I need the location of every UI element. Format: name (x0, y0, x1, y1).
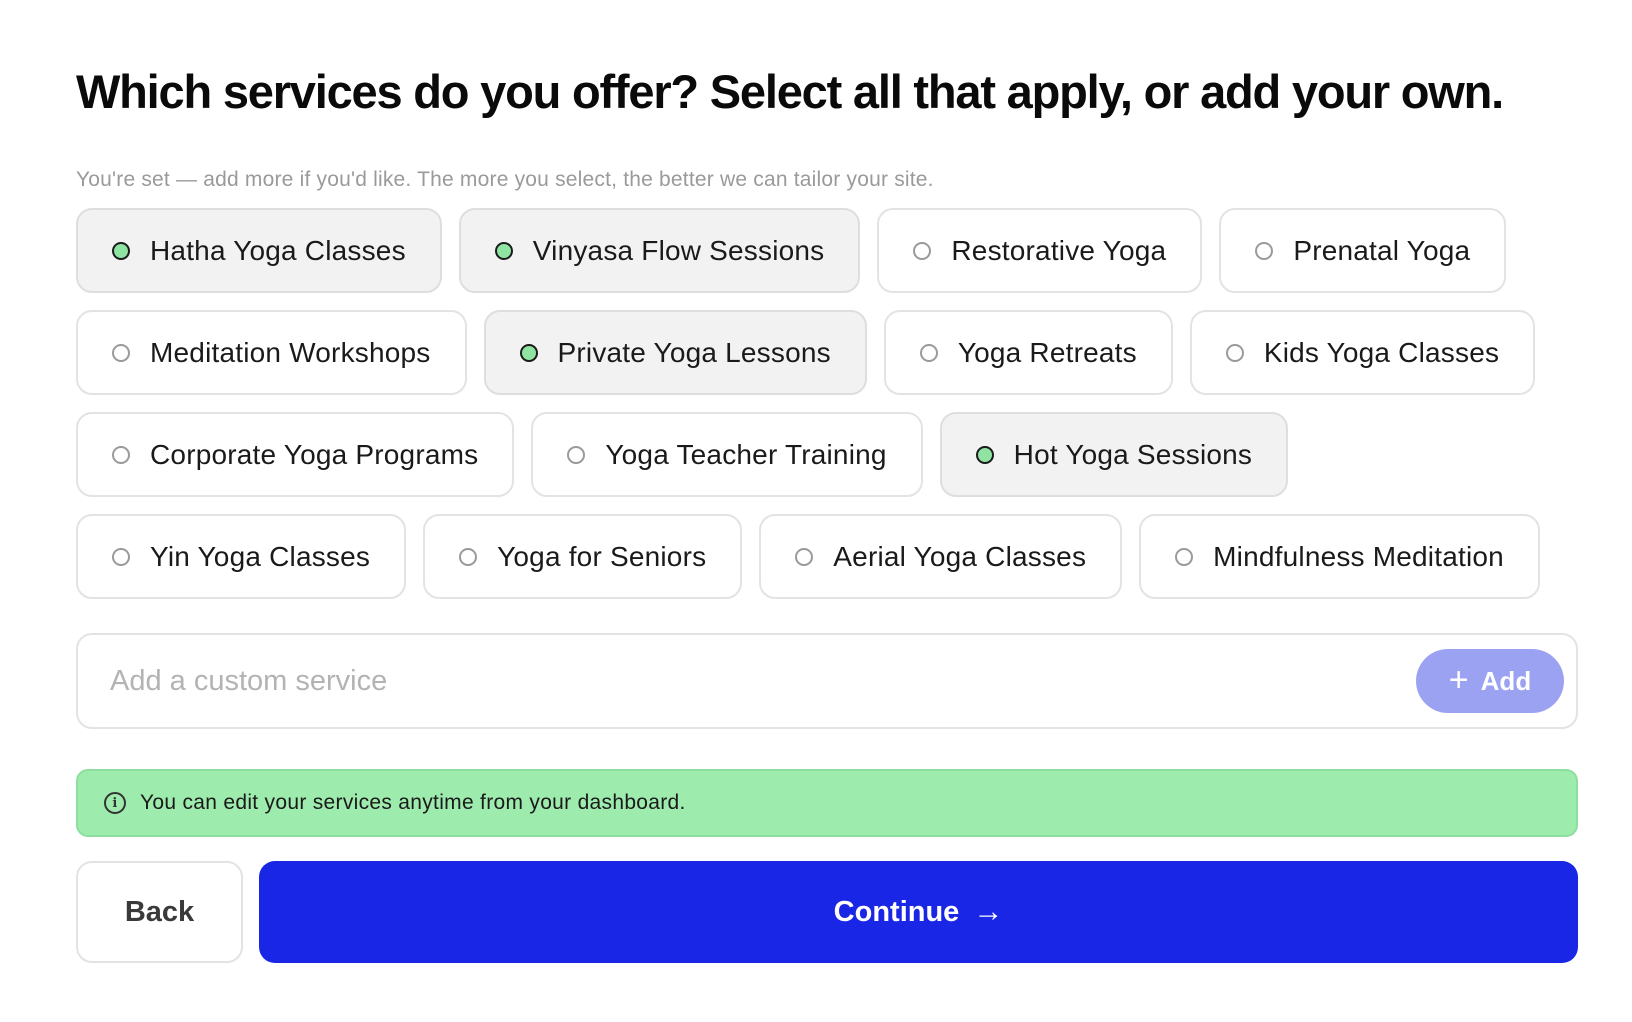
continue-label: Continue (833, 895, 960, 928)
service-chip[interactable]: Corporate Yoga Programs (76, 412, 515, 498)
custom-service-input[interactable] (110, 664, 1310, 698)
back-button[interactable]: Back (76, 861, 243, 964)
plus-icon: + (1448, 660, 1469, 699)
service-chip[interactable]: Vinyasa Flow Sessions (458, 208, 861, 294)
service-options: Hatha Yoga Classes Vinyasa Flow Sessions R… (76, 208, 1576, 600)
radio-selected-icon (112, 241, 130, 260)
radio-unselected-icon (795, 547, 814, 566)
service-chip[interactable]: Yoga for Seniors (423, 514, 743, 600)
service-chip[interactable]: Mindfulness Meditation (1139, 514, 1540, 600)
service-chip-label: Prenatal Yoga (1293, 234, 1471, 266)
radio-unselected-icon (567, 445, 586, 464)
page-title: Which services do you offer? Select all … (76, 65, 1504, 118)
service-chip[interactable]: Yin Yoga Classes (76, 514, 407, 600)
radio-unselected-icon (112, 547, 130, 566)
radio-selected-icon (975, 445, 994, 464)
service-chip-label: Yin Yoga Classes (150, 540, 371, 572)
radio-unselected-icon (1175, 547, 1194, 566)
service-chip[interactable]: Prenatal Yoga (1219, 208, 1507, 294)
service-chip-label: Restorative Yoga (951, 234, 1167, 266)
radio-unselected-icon (459, 547, 478, 566)
service-chip[interactable]: Meditation Workshops (76, 310, 467, 396)
service-chip[interactable]: Restorative Yoga (877, 208, 1203, 294)
service-chip-label: Yoga Retreats (957, 336, 1137, 368)
radio-unselected-icon (1255, 241, 1274, 260)
custom-service-field: + Add (76, 633, 1578, 730)
service-chip-label: Vinyasa Flow Sessions (532, 234, 825, 266)
service-chip[interactable]: Private Yoga Lessons (483, 310, 867, 396)
service-chip-label: Hatha Yoga Classes (150, 234, 406, 266)
radio-selected-icon (519, 343, 538, 362)
service-chip[interactable]: Hatha Yoga Classes (76, 208, 442, 294)
service-chip[interactable]: Aerial Yoga Classes (759, 514, 1123, 600)
radio-unselected-icon (913, 241, 932, 260)
radio-selected-icon (494, 241, 513, 260)
service-chip-label: Private Yoga Lessons (557, 336, 831, 368)
radio-unselected-icon (919, 343, 938, 362)
service-chip-label: Kids Yoga Classes (1263, 336, 1500, 368)
service-chip[interactable]: Yoga Teacher Training (531, 412, 923, 498)
service-chip-label: Corporate Yoga Programs (150, 438, 479, 470)
info-icon: i (104, 792, 126, 815)
info-text: You can edit your services anytime from … (140, 791, 686, 815)
page-subtitle: You're set — add more if you'd like. The… (76, 168, 934, 192)
continue-button[interactable]: Continue → (259, 861, 1578, 964)
service-chip-label: Yoga Teacher Training (605, 438, 887, 470)
radio-unselected-icon (112, 445, 130, 464)
service-chip[interactable]: Kids Yoga Classes (1189, 310, 1536, 396)
service-chip-label: Aerial Yoga Classes (833, 540, 1087, 572)
info-banner: i You can edit your services anytime fro… (76, 769, 1578, 838)
service-chip-label: Hot Yoga Sessions (1013, 438, 1253, 470)
service-chip-label: Yoga for Seniors (497, 540, 707, 572)
service-chip-label: Meditation Workshops (150, 336, 431, 368)
service-chip[interactable]: Hot Yoga Sessions (939, 412, 1289, 498)
radio-unselected-icon (1225, 343, 1244, 362)
service-chip-label: Mindfulness Meditation (1213, 540, 1504, 572)
service-chip[interactable]: Yoga Retreats (883, 310, 1173, 396)
arrow-right-icon: → (973, 895, 1004, 929)
add-service-button[interactable]: + Add (1416, 649, 1564, 714)
radio-unselected-icon (112, 343, 130, 362)
step-actions: Back Continue → (76, 861, 1578, 964)
add-button-label: Add (1480, 665, 1532, 696)
services-step: Which services do you offer? Select all … (0, 0, 1632, 1022)
